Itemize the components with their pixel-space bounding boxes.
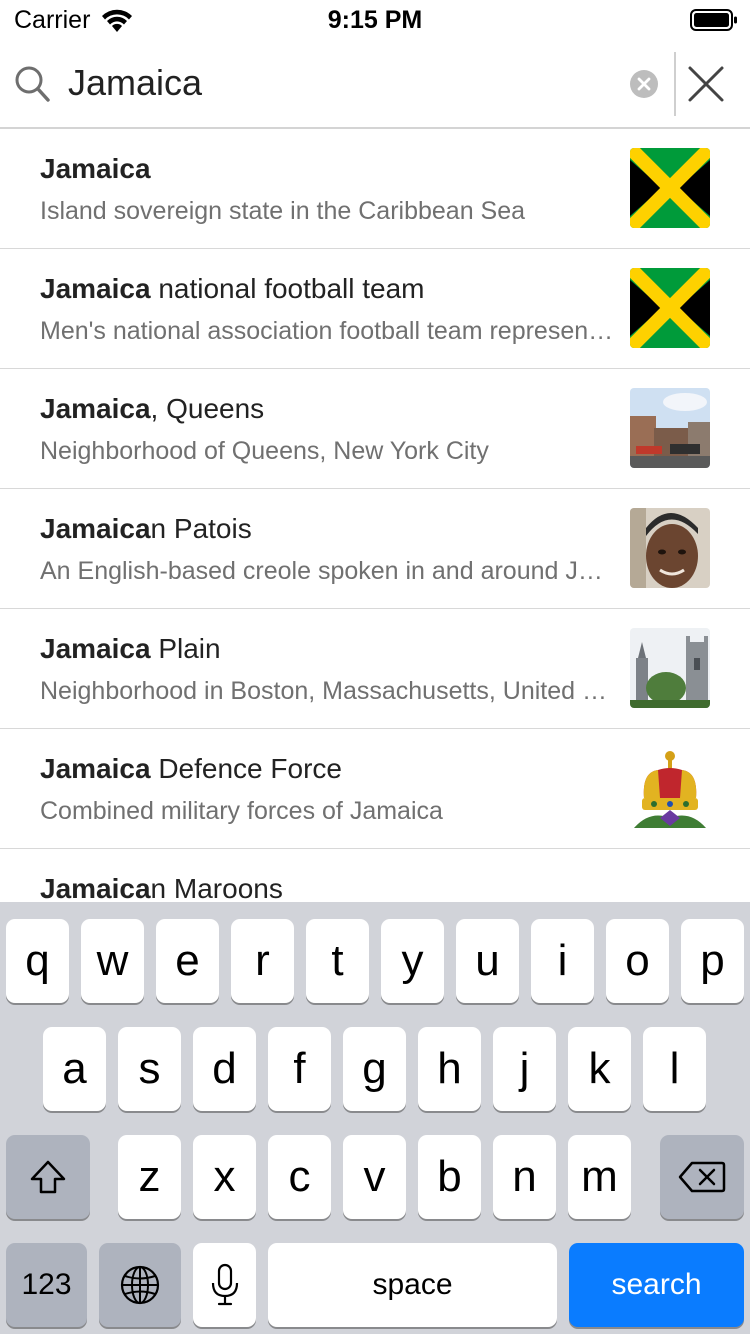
- search-icon: [15, 66, 50, 102]
- portrait-photo-thumbnail: [630, 508, 710, 588]
- key-t[interactable]: t: [306, 919, 369, 1003]
- status-bar: Carrier 9:15 PM: [0, 0, 750, 40]
- header-divider: [674, 52, 676, 116]
- battery-icon: [690, 9, 737, 31]
- key-b[interactable]: b: [418, 1135, 481, 1219]
- result-title: Jamaican Maroons: [40, 873, 283, 902]
- key-q[interactable]: q: [6, 919, 69, 1003]
- key-k[interactable]: k: [568, 1027, 631, 1111]
- numbers-key[interactable]: 123: [6, 1243, 87, 1327]
- clear-icon[interactable]: [629, 69, 659, 99]
- microphone-icon: [211, 1263, 238, 1306]
- globe-icon: [120, 1265, 160, 1305]
- result-item[interactable]: Jamaican Maroons: [0, 849, 750, 902]
- key-j[interactable]: j: [493, 1027, 556, 1111]
- result-description: Neighborhood in Boston, Massachusetts, U…: [40, 677, 615, 705]
- search-key[interactable]: search: [569, 1243, 744, 1327]
- key-h[interactable]: h: [418, 1027, 481, 1111]
- key-n[interactable]: n: [493, 1135, 556, 1219]
- key-s[interactable]: s: [118, 1027, 181, 1111]
- result-description: Island sovereign state in the Caribbean …: [40, 197, 526, 225]
- result-description: Men's national association football team…: [40, 317, 615, 345]
- key-x[interactable]: x: [193, 1135, 256, 1219]
- result-title: Jamaica: [40, 153, 151, 184]
- status-time: 9:15 PM: [327, 6, 423, 34]
- jamaica-flag-thumbnail: [630, 268, 710, 348]
- result-title: Jamaica national football team: [40, 273, 425, 304]
- shift-key[interactable]: [6, 1135, 90, 1219]
- key-g[interactable]: g: [343, 1027, 406, 1111]
- dictation-key[interactable]: [193, 1243, 256, 1327]
- search-input[interactable]: Jamaica: [68, 62, 202, 104]
- key-a[interactable]: a: [43, 1027, 106, 1111]
- result-description: An English-based creole spoken in and ar…: [40, 557, 615, 585]
- result-item[interactable]: Jamaica national football team Men's nat…: [0, 249, 750, 369]
- result-title: Jamaican Patois: [40, 513, 252, 544]
- key-w[interactable]: w: [81, 919, 144, 1003]
- result-title: Jamaica Plain: [40, 633, 221, 664]
- key-c[interactable]: c: [268, 1135, 331, 1219]
- street-photo-thumbnail: [630, 388, 710, 468]
- result-item[interactable]: Jamaican Patois An English-based creole …: [0, 489, 750, 609]
- key-r[interactable]: r: [231, 919, 294, 1003]
- key-m[interactable]: m: [568, 1135, 631, 1219]
- key-y[interactable]: y: [381, 919, 444, 1003]
- search-bar: Jamaica: [0, 40, 750, 129]
- key-v[interactable]: v: [343, 1135, 406, 1219]
- space-key[interactable]: space: [268, 1243, 557, 1327]
- jamaica-flag-thumbnail: [630, 148, 710, 228]
- keyboard: q w e r t y u i o p a s d f g h j k l z …: [0, 902, 750, 1334]
- key-i[interactable]: i: [531, 919, 594, 1003]
- shift-icon: [30, 1160, 66, 1194]
- key-f[interactable]: f: [268, 1027, 331, 1111]
- result-description: Neighborhood of Queens, New York City: [40, 437, 489, 465]
- result-item[interactable]: Jamaica Island sovereign state in the Ca…: [0, 129, 750, 249]
- key-u[interactable]: u: [456, 919, 519, 1003]
- result-item[interactable]: Jamaica, Queens Neighborhood of Queens, …: [0, 369, 750, 489]
- globe-key[interactable]: [99, 1243, 181, 1327]
- key-p[interactable]: p: [681, 919, 744, 1003]
- church-photo-thumbnail: [630, 628, 710, 708]
- key-d[interactable]: d: [193, 1027, 256, 1111]
- backspace-icon: [678, 1161, 726, 1193]
- key-z[interactable]: z: [118, 1135, 181, 1219]
- key-l[interactable]: l: [643, 1027, 706, 1111]
- result-item[interactable]: Jamaica Defence Force Combined military …: [0, 729, 750, 849]
- result-item[interactable]: Jamaica Plain Neighborhood in Boston, Ma…: [0, 609, 750, 729]
- crown-emblem-thumbnail: [630, 748, 710, 828]
- close-icon[interactable]: [686, 64, 726, 104]
- search-results-list: Jamaica Island sovereign state in the Ca…: [0, 129, 750, 902]
- key-o[interactable]: o: [606, 919, 669, 1003]
- delete-key[interactable]: [660, 1135, 744, 1219]
- result-title: Jamaica Defence Force: [40, 753, 342, 784]
- result-title: Jamaica, Queens: [40, 393, 265, 424]
- key-e[interactable]: e: [156, 919, 219, 1003]
- result-description: Combined military forces of Jamaica: [40, 797, 443, 825]
